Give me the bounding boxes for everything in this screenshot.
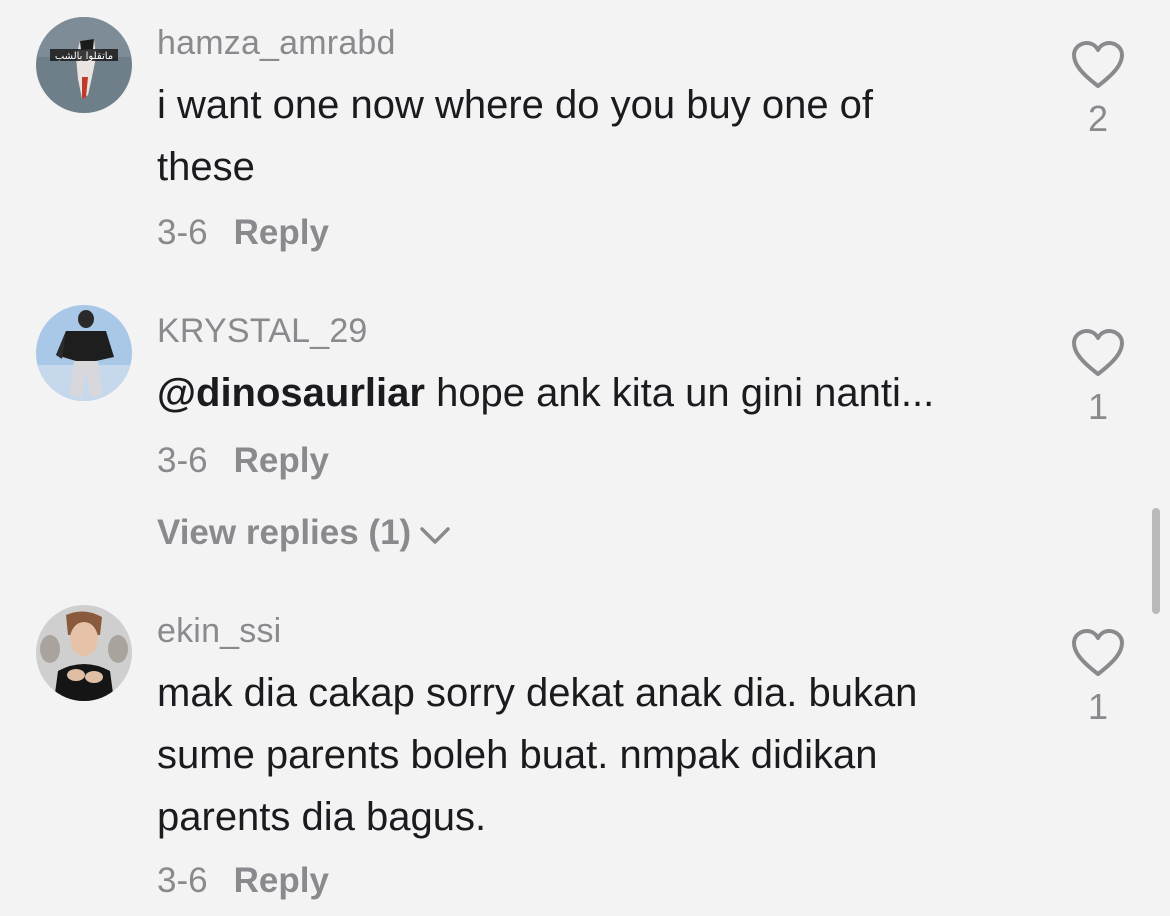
comment-date: 3-6 xyxy=(157,861,208,900)
scrollbar[interactable] xyxy=(1152,508,1160,614)
reply-button[interactable]: Reply xyxy=(234,861,329,900)
avatar[interactable] xyxy=(36,305,132,401)
comment-text: @dinosaurliar hope ank kita un gini nant… xyxy=(157,362,934,424)
comment-text-line: i want one now where do you buy one of xyxy=(157,83,874,127)
comment-date: 3-6 xyxy=(157,213,208,252)
comment-meta: 3-6 Reply xyxy=(157,213,329,253)
avatar-image xyxy=(36,305,132,401)
comment-text: mak dia cakap sorry dekat anak dia. buka… xyxy=(157,662,917,848)
like-button[interactable]: 1 xyxy=(1070,628,1126,728)
avatar-image: ماتقلوا بالشب xyxy=(36,17,132,113)
view-replies-label: View replies (1) xyxy=(157,513,412,552)
comments-screen: ماتقلوا بالشب hamza_amrabd i want one no… xyxy=(0,0,1170,916)
like-count: 1 xyxy=(1087,386,1109,427)
mention-link[interactable]: @dinosaurliar xyxy=(157,371,425,415)
reply-button[interactable]: Reply xyxy=(234,441,329,480)
like-button[interactable]: 1 xyxy=(1070,328,1126,428)
comment-meta: 3-6 Reply xyxy=(157,441,329,481)
comment-username[interactable]: ekin_ssi xyxy=(157,612,281,651)
heart-outline-icon xyxy=(1072,329,1124,376)
comment-username[interactable]: KRYSTAL_29 xyxy=(157,312,368,351)
comment-username[interactable]: hamza_amrabd xyxy=(157,24,396,63)
comment-text-line: mak dia cakap sorry dekat anak dia. buka… xyxy=(157,671,918,715)
heart-outline-icon xyxy=(1072,629,1124,676)
avatar-text: ماتقلوا بالشب xyxy=(55,51,113,62)
view-replies-button[interactable]: View replies (1) xyxy=(157,513,451,555)
avatar-image xyxy=(36,605,132,701)
reply-button[interactable]: Reply xyxy=(234,213,329,252)
avatar[interactable]: ماتقلوا بالشب xyxy=(36,17,132,113)
like-count: 2 xyxy=(1087,98,1109,139)
like-button[interactable]: 2 xyxy=(1070,40,1126,140)
avatar[interactable] xyxy=(36,605,132,701)
chevron-down-icon xyxy=(419,515,451,555)
comment-text-line: parents dia bagus. xyxy=(157,795,487,839)
comment-text-line: these xyxy=(157,145,255,189)
comment-text: i want one now where do you buy one of t… xyxy=(157,74,873,198)
comment-meta: 3-6 Reply xyxy=(157,861,329,901)
comment-text-line: hope ank kita un gini nanti... xyxy=(424,371,935,415)
comment-text-line: sume parents boleh buat. nmpak didikan xyxy=(157,733,878,777)
like-count: 1 xyxy=(1087,686,1109,727)
comment-date: 3-6 xyxy=(157,441,208,480)
heart-outline-icon xyxy=(1072,41,1124,88)
